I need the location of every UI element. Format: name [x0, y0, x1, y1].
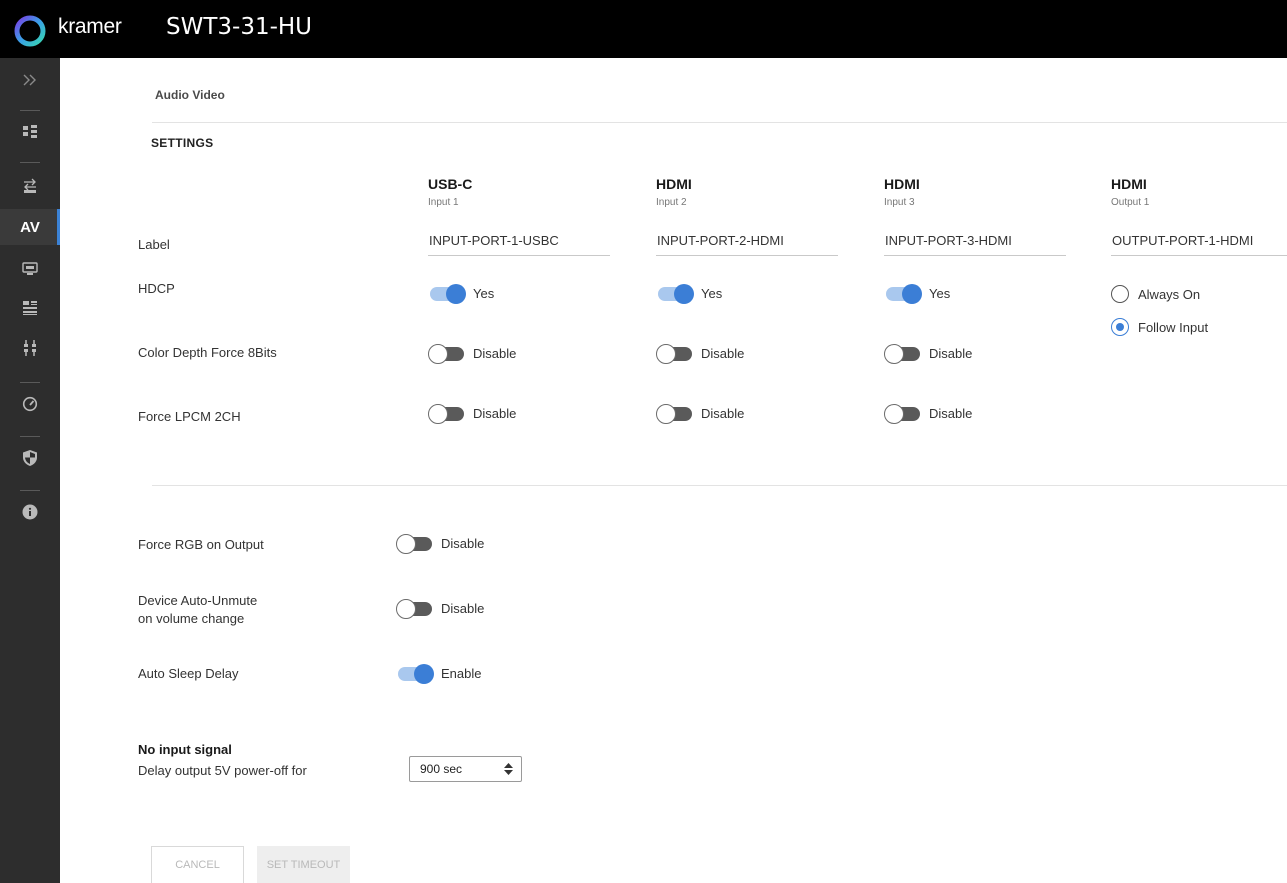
label-input-2[interactable]: INPUT-PORT-2-HDMI [656, 233, 838, 256]
auto-unmute-label-line-2: on volume change [138, 611, 245, 626]
column-header-input-3: HDMI Input 3 [884, 176, 920, 208]
delay-value: 900 sec [420, 762, 463, 776]
hdcp-toggle-input-1[interactable]: Yes [430, 283, 495, 304]
port-name: Input 2 [656, 197, 687, 208]
toggle-state: Disable [701, 406, 745, 421]
radio-label: Always On [1138, 286, 1201, 302]
label-output-1[interactable]: OUTPUT-PORT-1-HDMI [1111, 233, 1287, 256]
info-icon [22, 504, 38, 520]
auto-sleep-label: Auto Sleep Delay [138, 666, 239, 681]
sidebar-item-security[interactable] [0, 440, 60, 476]
row-label-force-lpcm: Force LPCM 2CH [138, 409, 241, 424]
toggle-state: Disable [441, 536, 485, 551]
toggle-state: Yes [929, 286, 951, 301]
column-header-output-1: HDMI Output 1 [1111, 176, 1149, 208]
toggle-state: Disable [929, 346, 973, 361]
port-type: HDMI [656, 176, 692, 192]
sidebar-item-auto-switch[interactable] [0, 168, 60, 204]
breadcrumb: Audio Video [155, 88, 225, 102]
column-header-input-1: USB-C Input 1 [428, 176, 472, 208]
toggle-state: Disable [929, 406, 973, 421]
label-input-3[interactable]: INPUT-PORT-3-HDMI [884, 233, 1066, 256]
port-name: Input 1 [428, 197, 459, 208]
stepper-arrows-icon[interactable] [504, 763, 513, 775]
toggle-state: Yes [473, 286, 495, 301]
sidebar-item-about[interactable] [0, 494, 60, 530]
toggle-state: Disable [473, 346, 517, 361]
connectors-icon [24, 340, 36, 356]
row-label-color-depth: Color Depth Force 8Bits [138, 345, 277, 360]
auto-unmute-label-line-1: Device Auto-Unmute [138, 593, 258, 608]
delay-power-off-label: Delay output 5V power-off for [138, 763, 307, 778]
no-input-signal-title: No input signal [138, 742, 232, 757]
force-lpcm-toggle-input-1[interactable]: Disable [428, 403, 517, 424]
toggle-state: Enable [441, 666, 482, 681]
hdcp-output-always-on-radio[interactable]: Always On [1111, 285, 1200, 303]
color-depth-toggle-input-1[interactable]: Disable [428, 343, 517, 364]
sidebar-item-edid[interactable] [0, 251, 60, 287]
expand-sidebar-button[interactable] [0, 62, 60, 98]
av-text-icon: AV [20, 218, 40, 236]
label-input-1[interactable]: INPUT-PORT-1-USBC [428, 233, 610, 256]
color-depth-toggle-input-3[interactable]: Disable [884, 343, 973, 364]
sidebar-item-connectors[interactable] [0, 330, 60, 366]
divider [152, 485, 1287, 486]
auto-switch-icon [24, 178, 36, 193]
edid-icon [22, 262, 38, 275]
delay-stepper[interactable]: 900 sec [409, 756, 522, 782]
hdcp-output-follow-input-radio[interactable]: Follow Input [1111, 318, 1208, 336]
sidebar: AV [0, 58, 60, 883]
auto-unmute-label: Device Auto-Unmute on volume change [138, 592, 257, 628]
toggle-state: Disable [473, 406, 517, 421]
color-depth-toggle-input-2[interactable]: Disable [656, 343, 745, 364]
port-type: HDMI [1111, 176, 1147, 192]
port-name: Output 1 [1111, 197, 1150, 208]
sidebar-item-status[interactable] [0, 386, 60, 422]
hdcp-toggle-input-3[interactable]: Yes [886, 283, 951, 304]
port-type: HDMI [884, 176, 920, 192]
force-lpcm-toggle-input-2[interactable]: Disable [656, 403, 745, 424]
toggle-state: Disable [701, 346, 745, 361]
section-title: SETTINGS [151, 136, 214, 150]
top-bar: kramer SWT3-31-HU [0, 0, 1287, 58]
port-name: Input 3 [884, 197, 915, 208]
routing-icon [23, 125, 37, 138]
auto-unmute-toggle[interactable]: Disable [396, 598, 485, 619]
hdcp-toggle-input-2[interactable]: Yes [658, 283, 723, 304]
row-label-hdcp: HDCP [138, 281, 175, 296]
gauge-icon [22, 396, 38, 412]
device-settings-icon [23, 301, 37, 315]
force-lpcm-toggle-input-3[interactable]: Disable [884, 403, 973, 424]
port-type: USB-C [428, 176, 473, 192]
force-rgb-label: Force RGB on Output [138, 537, 264, 552]
device-name: SWT3-31-HU [166, 14, 313, 40]
sidebar-item-device-settings[interactable] [0, 290, 60, 326]
cancel-button[interactable]: CANCEL [151, 846, 244, 883]
toggle-state: Yes [701, 286, 723, 301]
sidebar-item-av[interactable]: AV [0, 209, 60, 245]
divider [152, 122, 1287, 123]
radio-label: Follow Input [1138, 319, 1209, 335]
sidebar-item-routing[interactable] [0, 114, 60, 150]
security-shield-icon [23, 450, 37, 466]
brand-name: kramer [58, 15, 122, 38]
force-rgb-toggle[interactable]: Disable [396, 533, 485, 554]
set-timeout-button[interactable]: SET TIMEOUT [257, 846, 350, 883]
toggle-state: Disable [441, 601, 485, 616]
double-chevron-right-icon [23, 74, 36, 86]
kramer-logo-icon [14, 15, 46, 47]
column-header-input-2: HDMI Input 2 [656, 176, 692, 208]
auto-sleep-toggle[interactable]: Enable [398, 663, 482, 684]
row-label-label: Label [138, 237, 170, 252]
